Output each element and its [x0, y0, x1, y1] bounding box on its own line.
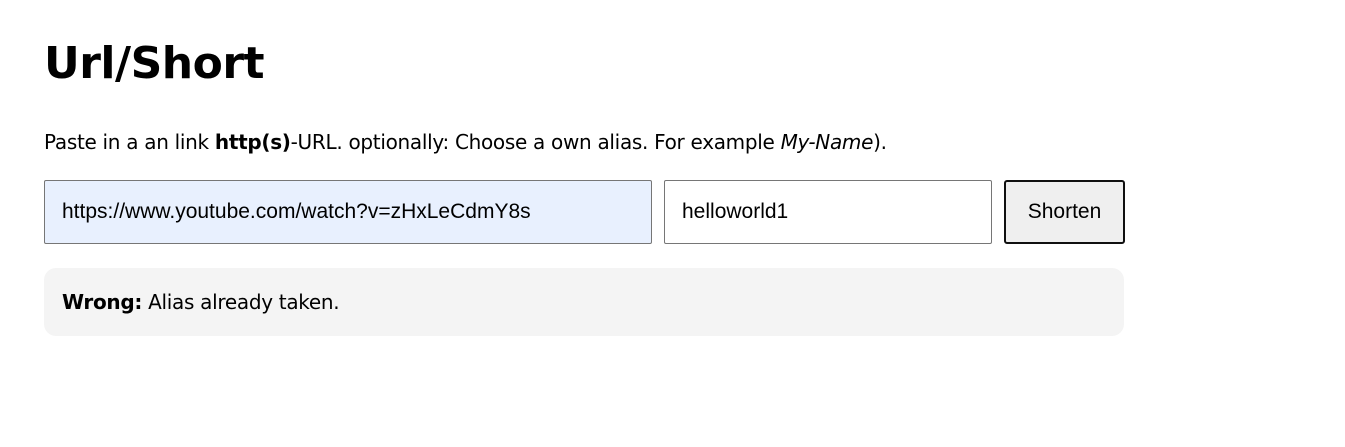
- intro-text-3: ).: [873, 130, 887, 154]
- error-label: Wrong:: [62, 290, 143, 314]
- intro-example-alias: My-Name: [780, 130, 874, 154]
- instructions: Paste in a an link http(s)-URL. optional…: [44, 128, 887, 156]
- intro-bold-protocol: http(s): [214, 130, 291, 154]
- error-message: Wrong: Alias already taken.: [44, 268, 1124, 336]
- shorten-button[interactable]: Shorten: [1004, 180, 1125, 244]
- error-text: Alias already taken.: [142, 290, 340, 314]
- intro-text-2: -URL. optionally: Choose a own alias. Fo…: [290, 130, 781, 154]
- alias-input[interactable]: [664, 180, 992, 244]
- url-input[interactable]: [44, 180, 652, 244]
- intro-text-1: Paste in a an link: [44, 130, 215, 154]
- page-title: Url/Short: [44, 38, 265, 89]
